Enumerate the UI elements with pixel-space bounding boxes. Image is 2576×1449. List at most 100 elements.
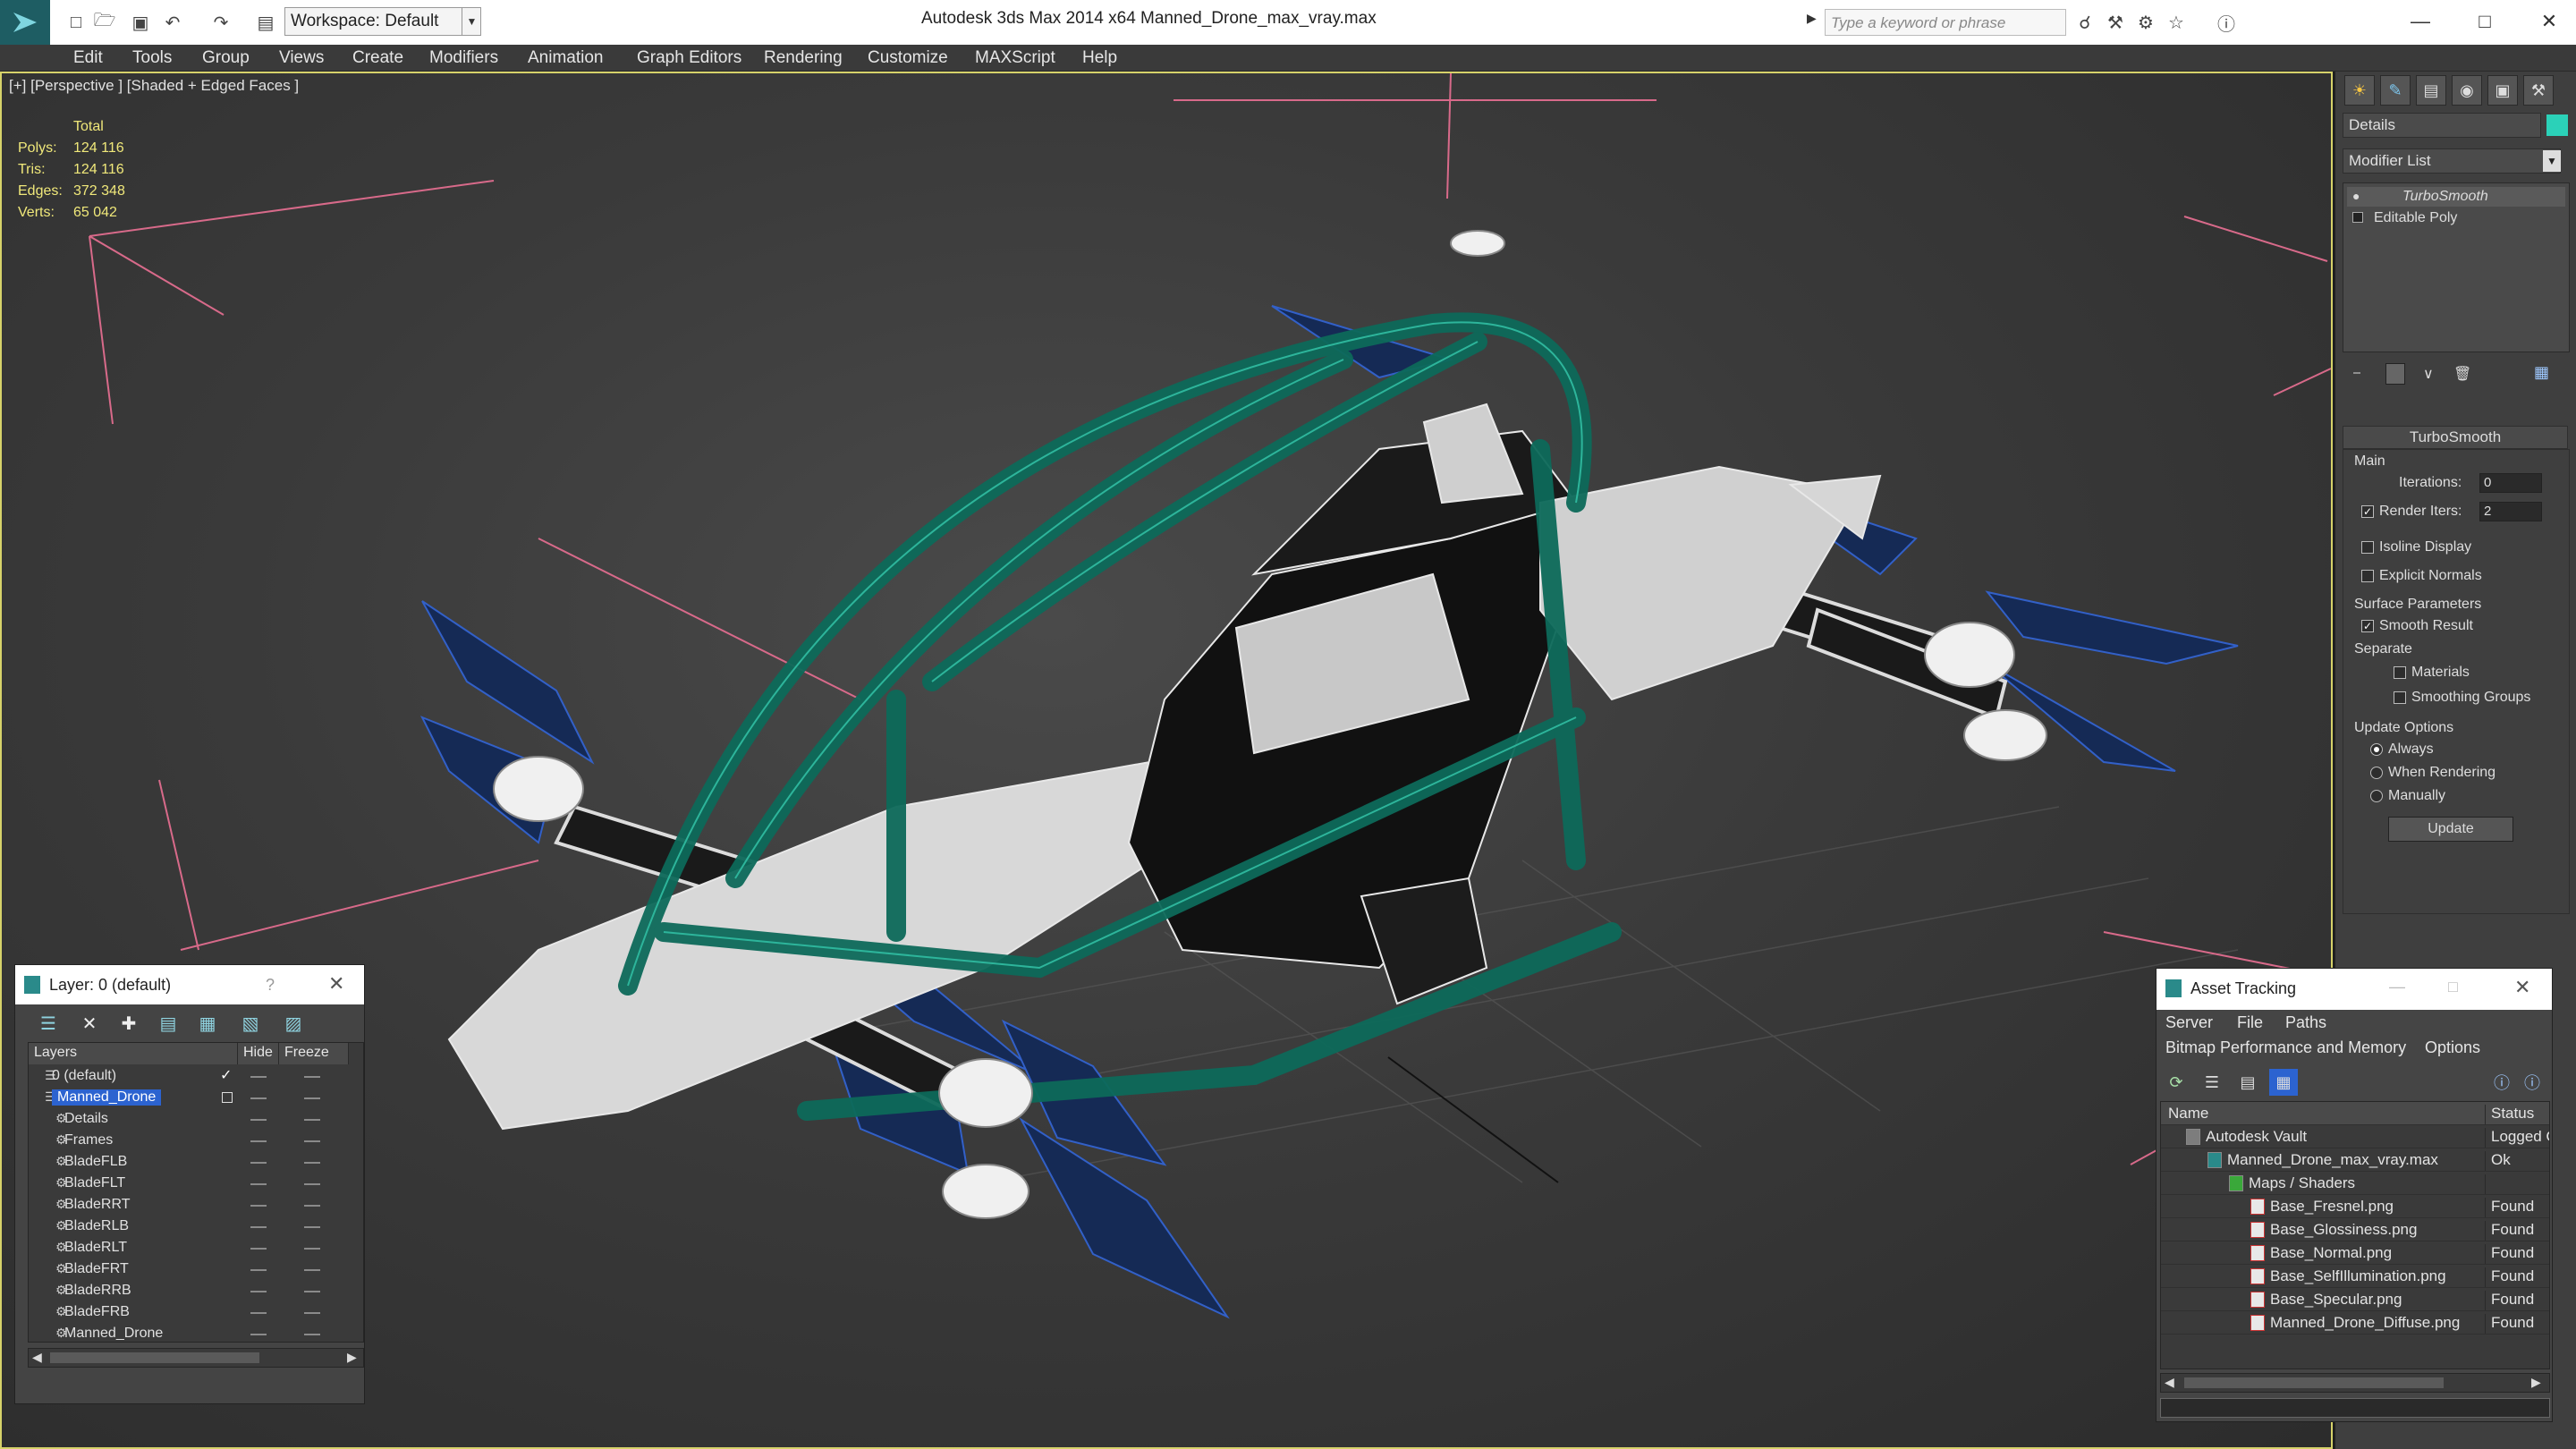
layer-object-row[interactable]: ⚙ BladeFRB <box>29 1302 363 1324</box>
layer-object-row[interactable]: ⚙ BladeRRB <box>29 1281 363 1302</box>
update-manually-radio[interactable] <box>2370 790 2383 802</box>
app-menu-button[interactable] <box>0 0 50 45</box>
configure-modifier-sets-icon[interactable]: ▦ <box>2534 363 2549 382</box>
asset-horizontal-scrollbar[interactable]: ◀ ▶ <box>2160 1373 2550 1393</box>
freeze-toggle[interactable] <box>304 1248 320 1250</box>
current-layer-check-icon[interactable]: ✓ <box>220 1066 232 1084</box>
expand-icon[interactable] <box>2352 212 2363 223</box>
refresh-icon[interactable]: ⟳ <box>2162 1069 2190 1096</box>
layer-name[interactable]: Manned_Drone <box>64 1326 163 1342</box>
motion-tab-icon[interactable]: ◉ <box>2452 75 2482 106</box>
layer-object-row[interactable]: ⚙ Details <box>29 1109 363 1131</box>
freeze-toggle[interactable] <box>304 1291 320 1292</box>
asset-row[interactable]: Manned_Drone_max_vray.max Ok <box>2161 1148 2549 1172</box>
undo-icon[interactable]: ↶ <box>161 11 184 34</box>
column-header-name[interactable]: Name <box>2168 1105 2208 1123</box>
layer-name[interactable]: Details <box>64 1111 108 1127</box>
hide-toggle[interactable] <box>250 1334 267 1335</box>
column-header-freeze[interactable]: Freeze <box>279 1043 349 1064</box>
materials-checkbox[interactable] <box>2394 666 2406 679</box>
hide-toggle[interactable] <box>250 1291 267 1292</box>
chevron-down-icon[interactable]: ▼ <box>462 7 481 36</box>
layer-object-row[interactable]: ⚙ BladeRLT <box>29 1238 363 1259</box>
hide-toggle[interactable] <box>250 1226 267 1228</box>
menu-customize[interactable]: Customize <box>868 48 948 68</box>
select-layer-icon[interactable]: ▦ <box>194 1010 221 1037</box>
scroll-left-icon[interactable]: ◀ <box>2165 1375 2174 1390</box>
save-icon[interactable]: ▣ <box>129 11 152 34</box>
layers-icon[interactable]: ☰ <box>35 1010 62 1037</box>
layer-name[interactable]: Manned_Drone <box>52 1089 162 1106</box>
freeze-toggle[interactable] <box>304 1183 320 1185</box>
help-icon[interactable]: ⓘ <box>2215 11 2238 35</box>
redo-icon[interactable]: ↷ <box>209 11 233 34</box>
menu-file[interactable]: File <box>2237 1013 2263 1032</box>
object-color-swatch[interactable] <box>2546 114 2568 136</box>
menu-help[interactable]: Help <box>1082 48 1117 68</box>
layer-name[interactable]: 0 (default) <box>52 1068 116 1084</box>
make-current-checkbox[interactable] <box>222 1092 233 1103</box>
stack-item-editable-poly[interactable]: Editable Poly <box>2347 208 2565 228</box>
hide-toggle[interactable] <box>250 1097 267 1099</box>
update-button[interactable]: Update <box>2388 817 2513 842</box>
layer-window-titlebar[interactable]: Layer: 0 (default) ? ✕ <box>15 965 364 1004</box>
layer-name[interactable]: Frames <box>64 1132 113 1148</box>
stack-item-turbosmooth[interactable]: ● TurboSmooth <box>2347 187 2565 207</box>
layer-object-row[interactable]: ⚙ BladeRRT <box>29 1195 363 1216</box>
layer-object-row[interactable]: ⚙ Frames <box>29 1131 363 1152</box>
freeze-toggle[interactable] <box>304 1097 320 1099</box>
menu-rendering[interactable]: Rendering <box>764 48 843 68</box>
modify-tab-icon[interactable]: ✎ <box>2380 75 2411 106</box>
hide-toggle[interactable] <box>250 1119 267 1121</box>
layer-object-row[interactable]: ⚙ BladeRLB <box>29 1216 363 1238</box>
scroll-right-icon[interactable]: ▶ <box>2531 1375 2541 1390</box>
column-header-hide[interactable]: Hide <box>238 1043 279 1064</box>
isoline-display-checkbox[interactable] <box>2361 541 2374 554</box>
help-icon[interactable]: ? <box>266 976 275 995</box>
layer-row[interactable]: ☰ 0 (default) ✓ <box>29 1066 363 1088</box>
render-iters-checkbox[interactable]: ✓ <box>2361 505 2374 518</box>
hide-toggle[interactable] <box>250 1140 267 1142</box>
freeze-toggle[interactable] <box>304 1269 320 1271</box>
favorites-star-icon[interactable]: ☆ <box>2165 11 2188 34</box>
freeze-toggle[interactable] <box>304 1162 320 1164</box>
menu-server[interactable]: Server <box>2165 1013 2213 1032</box>
asset-row[interactable]: Autodesk Vault Logged O <box>2161 1125 2549 1148</box>
layer-name[interactable]: BladeRLB <box>64 1218 129 1234</box>
layer-name[interactable]: BladeFLT <box>64 1175 125 1191</box>
object-name-field[interactable]: Details <box>2343 113 2541 138</box>
layer-name[interactable]: BladeRLT <box>64 1240 127 1256</box>
menu-views[interactable]: Views <box>279 48 324 68</box>
hide-toggle[interactable] <box>250 1205 267 1207</box>
menu-maxscript[interactable]: MAXScript <box>975 48 1055 68</box>
hide-all-layers-icon[interactable]: ▨ <box>280 1010 307 1037</box>
display-tab-icon[interactable]: ▣ <box>2487 75 2518 106</box>
layer-object-row[interactable]: ⚙ BladeFLB <box>29 1152 363 1174</box>
explicit-normals-checkbox[interactable] <box>2361 570 2374 582</box>
close-icon[interactable]: ✕ <box>2514 976 2530 999</box>
utilities-tab-icon[interactable]: ⚒ <box>2523 75 2554 106</box>
menu-paths[interactable]: Paths <box>2285 1013 2326 1032</box>
maximize-icon[interactable]: □ <box>2448 978 2458 996</box>
hide-toggle[interactable] <box>250 1248 267 1250</box>
asset-row[interactable]: Base_Fresnel.png Found <box>2161 1195 2549 1218</box>
hide-toggle[interactable] <box>250 1269 267 1271</box>
menu-create[interactable]: Create <box>352 48 403 68</box>
asset-row[interactable]: Base_SelfIllumination.png Found <box>2161 1265 2549 1288</box>
freeze-toggle[interactable] <box>304 1205 320 1207</box>
search-expand-icon[interactable]: ▶ <box>1807 11 1817 26</box>
turbosmooth-rollout-header[interactable]: TurboSmooth <box>2343 426 2568 449</box>
asset-row[interactable]: Base_Normal.png Found <box>2161 1241 2549 1265</box>
pin-stack-icon[interactable]: ⎯ <box>2353 365 2360 381</box>
select-objects-icon[interactable]: ▤ <box>155 1010 182 1037</box>
menu-graph-editors[interactable]: Graph Editors <box>637 48 741 68</box>
lightbulb-icon[interactable]: ● <box>2352 189 2360 203</box>
update-always-radio[interactable] <box>2370 743 2383 756</box>
smooth-result-checkbox[interactable]: ✓ <box>2361 620 2374 632</box>
hide-toggle[interactable] <box>250 1076 267 1078</box>
layer-name[interactable]: BladeFRB <box>64 1304 130 1320</box>
close-icon[interactable]: ✕ <box>2531 4 2567 39</box>
minimize-icon[interactable]: — <box>2389 978 2405 996</box>
list-view-icon[interactable]: ☰ <box>2198 1069 2226 1096</box>
create-tab-sun-icon[interactable]: ☀ <box>2344 75 2375 106</box>
